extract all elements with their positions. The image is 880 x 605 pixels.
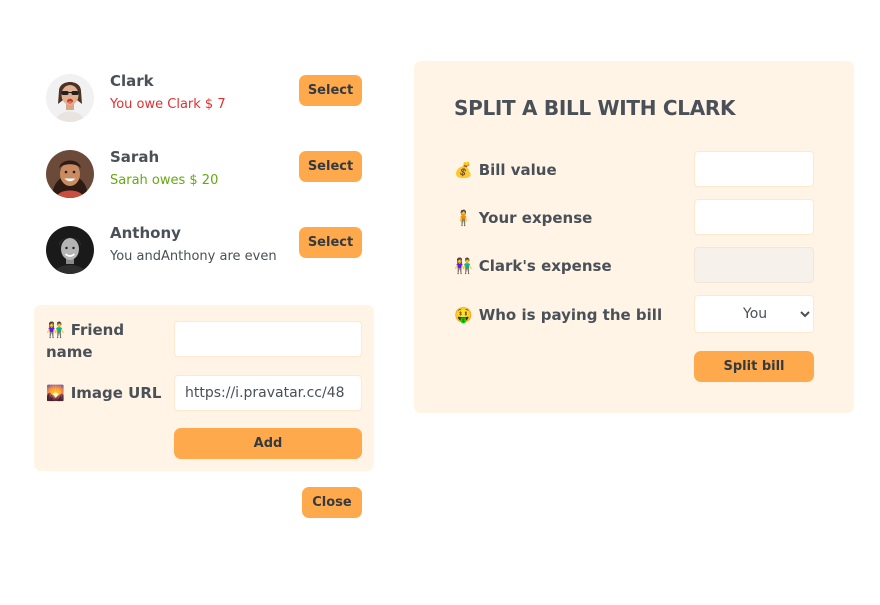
image-url-label: 🌄 Image URL — [46, 382, 174, 404]
friend-name: Sarah — [110, 148, 160, 166]
friend-name-input[interactable] — [174, 321, 362, 357]
select-clark-button[interactable]: Select — [299, 75, 362, 106]
add-friend-button[interactable]: Add — [174, 428, 362, 459]
your-expense-label: 🧍 Your expense — [454, 207, 592, 229]
image-url-input[interactable] — [174, 375, 362, 411]
split-bill-button[interactable]: Split bill — [694, 351, 814, 382]
split-form-title: SPLIT A BILL WITH CLARK — [454, 96, 736, 120]
friend-expense-input — [694, 247, 814, 283]
person-standing-icon: 🧍 — [454, 209, 473, 227]
people-icon: 👫 — [46, 321, 65, 339]
landscape-icon: 🌄 — [46, 384, 65, 402]
image-url-label-text: Image URL — [70, 384, 162, 402]
payer-label-text: Who is paying the bill — [478, 306, 663, 324]
bill-value-label: 💰 Bill value — [454, 159, 557, 181]
select-anthony-button[interactable]: Select — [299, 227, 362, 258]
friend-name-label: 👫 Friend name — [46, 319, 166, 363]
money-bag-icon: 💰 — [454, 161, 473, 179]
friend-item-anthony: Anthony You andAnthony are even Select — [34, 218, 374, 282]
avatar-clark-icon — [46, 74, 94, 122]
money-mouth-face-icon: 🤑 — [454, 306, 473, 324]
friend-name: Clark — [110, 72, 154, 90]
friend-expense-label: 👫 Clark's expense — [454, 255, 612, 277]
close-button[interactable]: Close — [302, 487, 362, 518]
your-expense-input[interactable] — [694, 199, 814, 235]
avatar-sarah-icon — [46, 150, 94, 198]
friend-item-clark: Clark You owe Clark $ 7 Select — [34, 66, 374, 130]
people-icon: 👫 — [454, 257, 473, 275]
payer-label: 🤑 Who is paying the bill — [454, 304, 662, 326]
bill-value-input[interactable] — [694, 151, 814, 187]
payer-select[interactable]: You — [694, 295, 814, 333]
friend-balance-status: You andAnthony are even — [110, 249, 277, 264]
eat-n-split-app: Clark You owe Clark $ 7 Select Sarah Sar… — [0, 0, 880, 605]
avatar-anthony-icon — [46, 226, 94, 274]
friend-name: Anthony — [110, 224, 181, 242]
split-bill-form: SPLIT A BILL WITH CLARK 💰 Bill value 🧍 You… — [414, 61, 854, 413]
your-expense-label-text: Your expense — [478, 209, 593, 227]
friend-item-sarah: Sarah Sarah owes $ 20 Select — [34, 142, 374, 206]
friend-balance-status: Sarah owes $ 20 — [110, 173, 219, 188]
add-friend-form: 👫Friend name 🌄 Image URL Add — [34, 305, 374, 471]
friend-balance-status: You owe Clark $ 7 — [110, 97, 226, 112]
select-sarah-button[interactable]: Select — [299, 151, 362, 182]
bill-value-label-text: Bill value — [478, 161, 557, 179]
friend-expense-label-text: Clark's expense — [478, 257, 612, 275]
